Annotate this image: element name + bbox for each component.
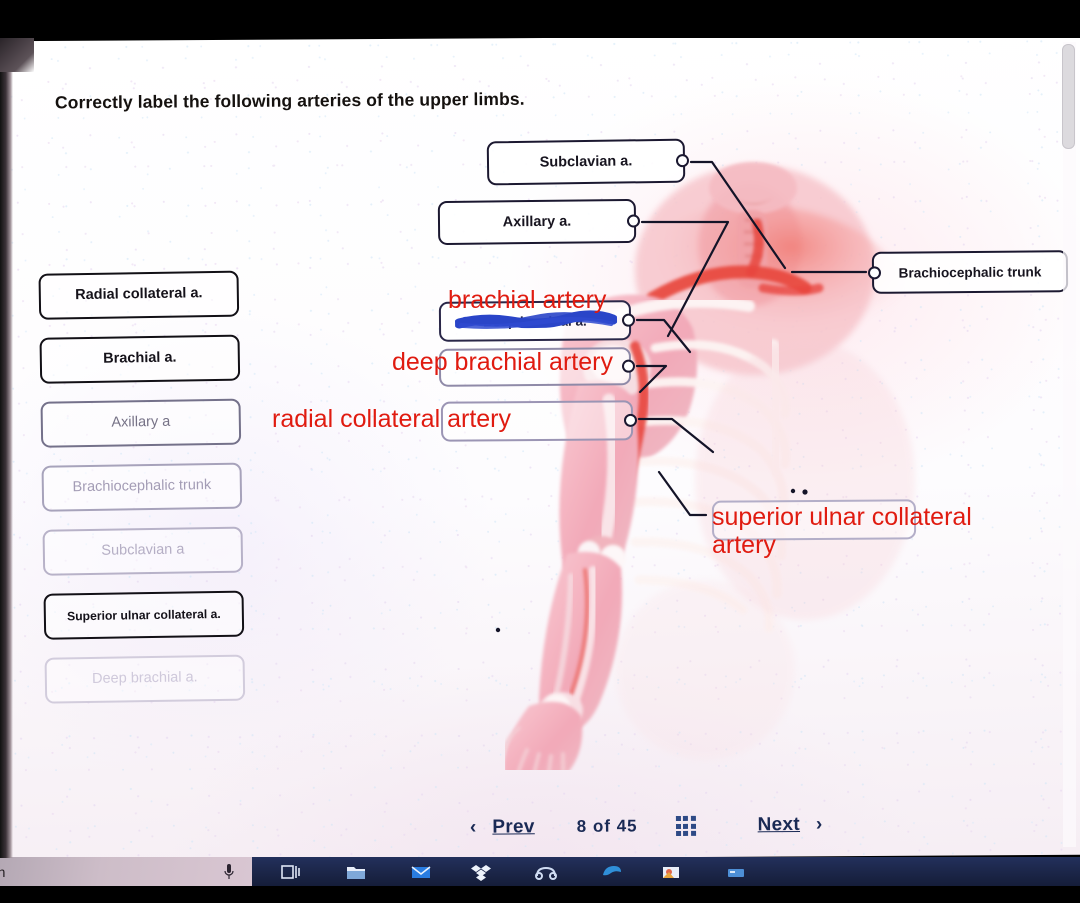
screenshot-photo: Correctly label the following arteries o… bbox=[0, 0, 1080, 903]
dropbox-icon[interactable] bbox=[470, 862, 492, 882]
connector-dot-icon bbox=[621, 313, 636, 327]
answer-box-brachiocephalic-trunk[interactable]: Brachiocephalic trunk bbox=[867, 250, 1069, 294]
answer-box-brachiocephalic-label: Brachiocephalic trunk bbox=[898, 263, 1042, 281]
word-bank-item-axillary[interactable]: Axillary a bbox=[40, 398, 242, 448]
taskbar-search-box[interactable]: rch bbox=[0, 857, 252, 887]
annotation-brachial-artery: brachial artery bbox=[448, 286, 607, 314]
word-bank-item-subclavian[interactable]: Subclavian a bbox=[42, 526, 244, 576]
connector-dot-icon bbox=[623, 413, 638, 427]
grid-view-icon[interactable] bbox=[675, 815, 696, 837]
answer-box-axillary-label: Axillary a. bbox=[502, 213, 572, 231]
mail-icon[interactable] bbox=[410, 862, 432, 882]
connector-dot-icon bbox=[675, 154, 690, 168]
file-explorer-icon[interactable] bbox=[345, 862, 367, 882]
page-counter: 8 of 45 bbox=[576, 816, 638, 836]
messenger-icon[interactable] bbox=[535, 862, 557, 882]
edge-icon[interactable] bbox=[600, 862, 622, 882]
next-chevron-icon[interactable]: › bbox=[816, 814, 823, 836]
connector-dot-icon bbox=[621, 359, 636, 373]
word-bank-item-deep-brachial[interactable]: Deep brachial a. bbox=[44, 654, 246, 704]
annotation-deep-brachial-artery: deep brachial artery bbox=[392, 348, 613, 376]
word-bank-item-brachial[interactable]: Brachial a. bbox=[39, 334, 241, 384]
answer-box-subclavian[interactable]: Subclavian a. bbox=[486, 138, 690, 186]
prev-button[interactable]: Prev bbox=[492, 816, 535, 838]
next-button[interactable]: Next bbox=[757, 814, 800, 836]
word-bank-item-brachiocephalic[interactable]: Brachiocephalic trunk bbox=[41, 462, 243, 512]
prev-chevron-icon[interactable]: ‹ bbox=[470, 817, 477, 839]
word-bank: Radial collateral a. Brachial a. Axillar… bbox=[38, 270, 265, 721]
screen-corner-topleft bbox=[0, 38, 34, 72]
microphone-icon[interactable] bbox=[224, 863, 234, 880]
answer-box-deep-brachial-label: Deep brachial a. bbox=[483, 313, 587, 329]
answer-box-axillary[interactable]: Axillary a. bbox=[437, 198, 641, 246]
photo-letterbox-bottom bbox=[0, 886, 1080, 903]
annotation-radial-collateral-artery: radial collateral artery bbox=[272, 405, 511, 433]
store-icon[interactable] bbox=[725, 862, 747, 882]
taskbar-search-text: rch bbox=[0, 864, 6, 880]
vertical-scrollbar-thumb[interactable] bbox=[1062, 44, 1075, 149]
vertical-scrollbar-track[interactable] bbox=[1063, 42, 1076, 847]
task-view-icon[interactable] bbox=[280, 862, 302, 882]
connector-dot-icon bbox=[867, 266, 882, 280]
connector-dot-icon bbox=[626, 214, 641, 228]
annotation-superior-ulnar-collateral-artery: superior ulnar collateral artery bbox=[712, 503, 972, 559]
photo-letterbox-top bbox=[0, 0, 1080, 38]
quiz-navigation: ‹ Prev 8 of 45 Next › bbox=[470, 804, 890, 848]
answer-box-subclavian-label: Subclavian a. bbox=[539, 153, 633, 171]
word-bank-item-superior-ulnar[interactable]: Superior ulnar collateral a. bbox=[43, 590, 245, 640]
screen-edge-left bbox=[0, 38, 13, 858]
word-bank-item-radial-collateral[interactable]: Radial collateral a. bbox=[38, 270, 240, 320]
photos-icon[interactable] bbox=[660, 862, 682, 882]
